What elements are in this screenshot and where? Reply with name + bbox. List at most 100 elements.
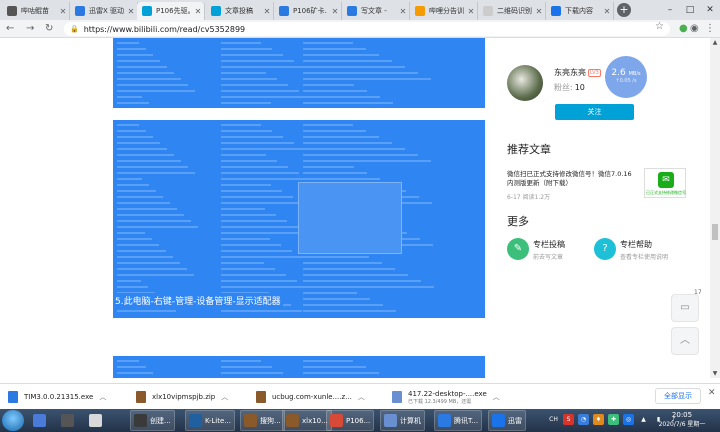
article-caption: 5.此电脑-右键-管理-设备管理-显示适配器 bbox=[113, 293, 283, 308]
avatar[interactable] bbox=[507, 65, 543, 101]
tab-close-icon[interactable]: ✕ bbox=[192, 7, 204, 16]
image-text-line bbox=[221, 214, 276, 216]
image-text-line bbox=[117, 226, 198, 228]
tab-close-icon[interactable]: ✕ bbox=[261, 7, 273, 16]
tab-1[interactable]: 迅雷X 驱动 ✕ bbox=[70, 2, 138, 20]
download-item[interactable]: 417.22-desktop-....exe 已下载 12.3/499 MB，还需… bbox=[392, 389, 500, 405]
follow-button[interactable]: 关注 bbox=[555, 104, 634, 120]
tab-close-icon[interactable]: ✕ bbox=[533, 7, 545, 16]
download-item[interactable]: xlx10vipmspjb.zip ︿ bbox=[136, 389, 228, 405]
tray-icon[interactable]: ◔ bbox=[578, 414, 589, 425]
author-name[interactable]: 东亮东亮 LV3 bbox=[554, 67, 601, 78]
tab-6[interactable]: 哔哩分告训 ✕ bbox=[410, 2, 478, 20]
taskbar-item[interactable]: 迅雷 bbox=[488, 410, 526, 431]
image-text-line bbox=[117, 42, 139, 44]
tray-icon[interactable]: CH bbox=[548, 414, 559, 425]
tab-4[interactable]: P106矿卡. ✕ bbox=[274, 2, 342, 20]
chevron-up-icon[interactable]: ︿ bbox=[493, 392, 500, 402]
download-filename: 417.22-desktop-....exe bbox=[408, 389, 487, 398]
tab-close-icon[interactable]: ✕ bbox=[125, 7, 137, 16]
scroll-up-icon[interactable]: ▲ bbox=[710, 39, 720, 46]
tray-icon[interactable]: ◎ bbox=[623, 414, 634, 425]
recommend-title[interactable]: 微信扫已正式支持修改微信号！微信7.0.16内测版更新（附下载） bbox=[507, 170, 637, 188]
profile-icon[interactable]: ◉ bbox=[690, 21, 699, 37]
back-icon[interactable]: ← bbox=[6, 21, 14, 37]
chevron-up-icon[interactable]: ︿ bbox=[358, 392, 365, 402]
tab-close-icon[interactable]: ✕ bbox=[601, 7, 613, 16]
tray-icon[interactable]: ♦ bbox=[593, 414, 604, 425]
download-item[interactable]: TIM3.0.0.21315.exe ︿ bbox=[8, 389, 106, 405]
image-text-line bbox=[117, 286, 148, 288]
taskbar-item[interactable]: K-Lite... bbox=[185, 410, 235, 431]
clock[interactable]: 20:05 2020/7/6 星期一 bbox=[652, 411, 712, 428]
window-controls: – □ ✕ bbox=[660, 0, 720, 20]
recommend-thumbnail[interactable]: ✉ 已正式支持修改微信号 bbox=[644, 168, 686, 198]
image-text-line bbox=[303, 262, 382, 264]
tab-close-icon[interactable]: ✕ bbox=[329, 7, 341, 16]
forward-icon[interactable]: → bbox=[26, 21, 34, 37]
image-text-line bbox=[117, 232, 145, 234]
image-text-line bbox=[303, 48, 366, 50]
image-text-line bbox=[117, 166, 188, 168]
image-text-line bbox=[117, 66, 167, 68]
image-text-line bbox=[221, 366, 272, 368]
scroll-down-icon[interactable]: ▼ bbox=[710, 370, 720, 377]
start-button[interactable] bbox=[2, 410, 24, 431]
comment-button[interactable]: ▭ bbox=[671, 294, 699, 322]
download-item[interactable]: ucbug.com-xunle....z... ︿ bbox=[256, 389, 365, 405]
taskbar-label: 腾讯T... bbox=[454, 416, 479, 425]
menu-icon[interactable]: ⋮ bbox=[705, 21, 715, 37]
new-tab-button[interactable]: + bbox=[617, 3, 631, 17]
tab-label: 写文章 - bbox=[361, 7, 387, 15]
tab-2[interactable]: P106先驱。 ✕ bbox=[137, 2, 205, 20]
recommend-item[interactable]: 微信扫已正式支持修改微信号！微信7.0.16内测版更新（附下载） 6-17 阅读… bbox=[507, 168, 687, 210]
image-text-line bbox=[117, 154, 174, 156]
tab-0[interactable]: 哔咕鲲苗 ✕ bbox=[2, 2, 70, 20]
help-icon: ? bbox=[594, 238, 616, 260]
article-image-3 bbox=[113, 356, 485, 378]
close-window-icon[interactable]: ✕ bbox=[700, 0, 720, 20]
app-icon bbox=[330, 414, 343, 427]
back-to-top-button[interactable]: ︿ bbox=[671, 327, 699, 355]
image-text-line bbox=[303, 286, 434, 288]
taskbar-item[interactable] bbox=[30, 410, 52, 431]
taskbar-item[interactable] bbox=[86, 410, 108, 431]
maximize-icon[interactable]: □ bbox=[680, 0, 700, 20]
tab-close-icon[interactable]: ✕ bbox=[397, 7, 409, 16]
chevron-up-icon[interactable]: ︿ bbox=[221, 392, 228, 402]
taskbar-item[interactable]: 搜狗... bbox=[240, 410, 285, 431]
show-all-button[interactable]: 全部显示 bbox=[655, 388, 701, 404]
taskbar-item[interactable]: xlx10... bbox=[282, 410, 332, 431]
taskbar-item[interactable]: 计算机 bbox=[380, 410, 425, 431]
taskbar-item[interactable]: P106... bbox=[326, 410, 375, 431]
image-text-line bbox=[221, 238, 270, 240]
taskbar-item[interactable]: 创建... bbox=[130, 410, 175, 431]
page-scrollbar[interactable]: ▲ ▼ bbox=[710, 38, 720, 378]
taskbar-item[interactable]: 腾讯T... bbox=[434, 410, 483, 431]
extension-icon[interactable]: ● bbox=[679, 21, 688, 37]
tab-5[interactable]: 写文章 - ✕ bbox=[342, 2, 410, 20]
tray-icon[interactable]: ▲ bbox=[638, 414, 649, 425]
chevron-up-icon[interactable]: ︿ bbox=[99, 392, 106, 402]
scrollbar-thumb[interactable] bbox=[712, 224, 718, 240]
tab-7[interactable]: 二维码识别 ✕ bbox=[478, 2, 546, 20]
close-icon[interactable]: ✕ bbox=[708, 388, 716, 398]
image-text-line bbox=[221, 196, 293, 198]
address-bar[interactable]: 🔒 https://www.bilibili.com/read/cv535289… bbox=[64, 21, 670, 36]
tab-close-icon[interactable]: ✕ bbox=[465, 7, 477, 16]
image-text-line bbox=[221, 256, 303, 258]
address-url[interactable]: https://www.bilibili.com/read/cv5352899 bbox=[84, 25, 245, 34]
file-icon bbox=[136, 391, 146, 403]
tab-3[interactable]: 文章投稿 ✕ bbox=[206, 2, 274, 20]
tray-icon[interactable]: S bbox=[563, 414, 574, 425]
tab-8[interactable]: 下载内容 ✕ bbox=[546, 2, 614, 20]
image-text-line bbox=[117, 190, 156, 192]
more-heading: 更多 bbox=[507, 215, 529, 228]
tray-icon[interactable]: ✚ bbox=[608, 414, 619, 425]
bookmark-star-icon[interactable]: ☆ bbox=[655, 21, 664, 32]
tab-close-icon[interactable]: ✕ bbox=[57, 7, 69, 16]
reload-icon[interactable]: ↻ bbox=[45, 21, 53, 37]
taskbar-item[interactable] bbox=[58, 410, 80, 431]
minimize-icon[interactable]: – bbox=[660, 0, 680, 20]
download-speed-widget[interactable]: 2.6 MB/s ↑0.05 /s bbox=[605, 56, 647, 98]
